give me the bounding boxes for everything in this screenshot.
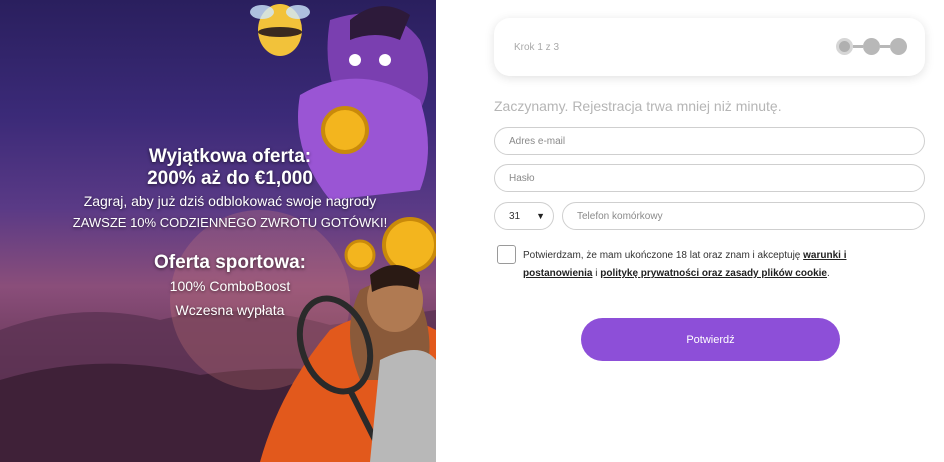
step-progress <box>836 38 907 55</box>
consent-checkbox[interactable] <box>497 245 516 264</box>
step-label: Krok 1 z 3 <box>514 42 560 53</box>
promo-title-line2: 200% aż do €1,000 <box>147 168 313 189</box>
password-input[interactable] <box>509 172 924 184</box>
phone-prefix-select[interactable]: 31 ▼ <box>494 202 554 230</box>
promo-title-line1: Wyjątkowa oferta: <box>148 146 312 167</box>
email-input[interactable] <box>509 135 924 147</box>
password-field[interactable] <box>494 164 925 192</box>
promo-sport-line1: 100% ComboBoost <box>169 278 291 294</box>
form-intro: Zaczynamy. Rejestracja trwa mniej niż mi… <box>494 98 782 114</box>
email-field[interactable] <box>494 127 925 155</box>
promo-line1: Zagraj, aby już dziś odblokować swoje na… <box>83 193 377 209</box>
registration-page: Wyjątkowa oferta: 200% aż do €1,000 Zagr… <box>0 0 944 462</box>
consent-text: Potwierdzam, że mam ukończone 18 lat ora… <box>523 247 883 283</box>
confirm-button[interactable]: Potwierdź <box>581 318 840 361</box>
promo-text-block: Wyjątkowa oferta: 200% aż do €1,000 Zagr… <box>0 146 436 322</box>
consent-suffix: . <box>826 268 830 279</box>
step-dot-3 <box>890 38 907 55</box>
phone-field[interactable] <box>562 202 925 230</box>
promo-sport-title: Oferta sportowa: <box>153 252 307 273</box>
promo-line2: ZAWSZE 10% CODZIENNEGO ZWROTU GOTÓWKI! <box>72 215 388 230</box>
promo-panel: Wyjątkowa oferta: 200% aż do €1,000 Zagr… <box>0 0 436 462</box>
step-connector <box>880 45 890 48</box>
bee-mascot <box>250 4 310 56</box>
chevron-down-icon: ▼ <box>536 211 545 221</box>
step-dot-1 <box>836 38 853 55</box>
privacy-policy-link[interactable]: politykę prywatności oraz zasady plików … <box>600 268 827 279</box>
step-connector <box>853 45 863 48</box>
promo-sport-line2: Wczesna wypłata <box>175 302 285 318</box>
phone-prefix-value: 31 <box>509 210 521 222</box>
consent-prefix: Potwierdzam, że mam ukończone 18 lat ora… <box>523 250 804 261</box>
step-indicator-card: Krok 1 z 3 <box>494 18 925 76</box>
phone-input[interactable] <box>577 210 924 222</box>
step-dot-2 <box>863 38 880 55</box>
